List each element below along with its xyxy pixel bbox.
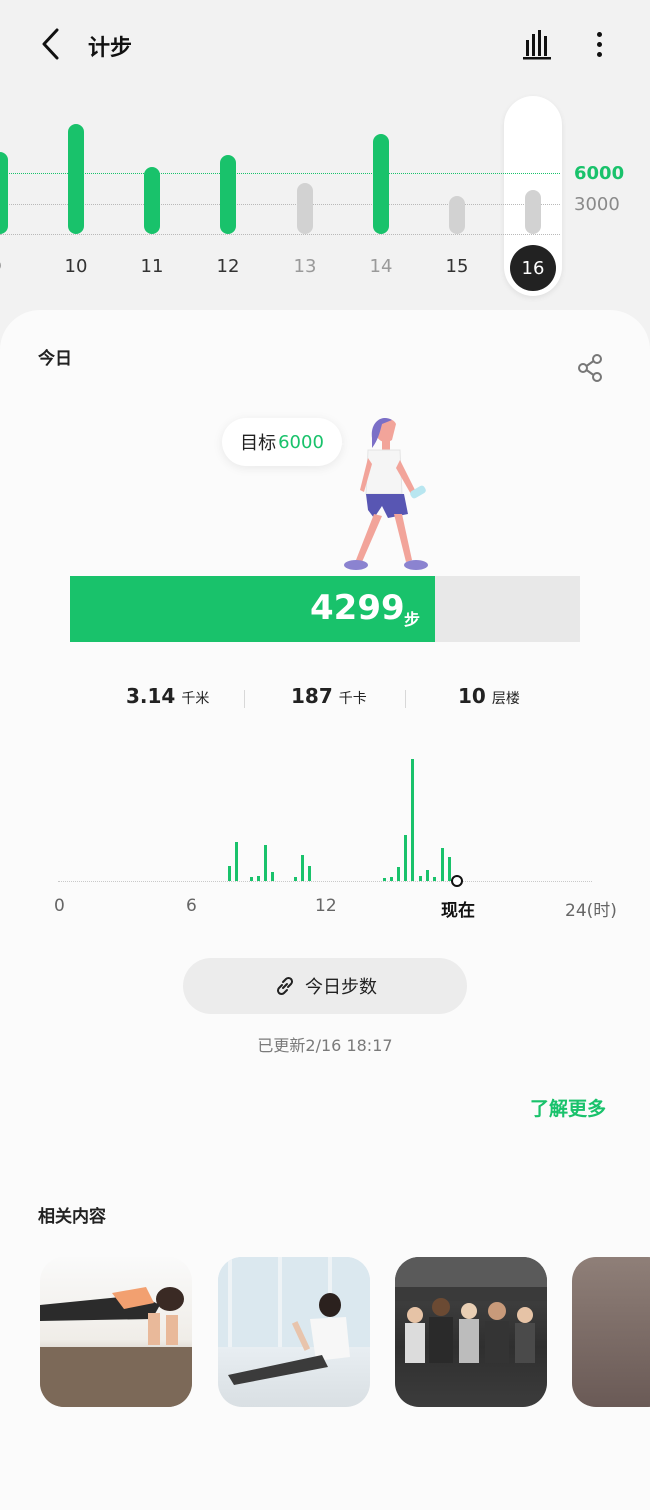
hour-bar: [419, 876, 422, 881]
stat-divider: [405, 690, 406, 708]
floors-unit: 层楼: [491, 691, 520, 707]
hour-bar: [383, 878, 386, 881]
more-options-button[interactable]: [584, 24, 614, 64]
day-label-10[interactable]: 10: [56, 256, 96, 277]
related-thumbnail-group-fitness[interactable]: [395, 1257, 547, 1407]
day-bar-13[interactable]: [297, 183, 313, 234]
day-bar-16[interactable]: [525, 190, 541, 234]
calories-stat: 187 千卡: [291, 684, 367, 708]
axis-goal-label: 6000: [574, 163, 625, 184]
hour-label-12: 12: [315, 896, 337, 916]
back-button[interactable]: [30, 24, 70, 64]
today-steps-label: 今日步数: [305, 977, 377, 998]
base-gridline: [0, 234, 560, 235]
page-title: 计步: [88, 36, 133, 61]
bar-chart-icon: [523, 30, 551, 60]
hour-bar: [250, 877, 253, 881]
hour-bar: [301, 855, 304, 881]
goal-label: 目标: [240, 433, 277, 454]
distance-stat: 3.14 千米: [126, 684, 209, 708]
hour-bar: [397, 867, 400, 881]
related-thumbnail-more[interactable]: [572, 1257, 650, 1407]
calories-value: 187: [291, 684, 333, 708]
hour-bar: [404, 835, 407, 881]
day-label-13[interactable]: 13: [285, 256, 325, 277]
hour-bar: [441, 848, 444, 881]
day-bar-9[interactable]: [0, 152, 8, 234]
hour-label-24: 24(时): [565, 901, 617, 921]
fitness-group-image: [395, 1257, 547, 1363]
day-label-9[interactable]: 9: [0, 256, 16, 277]
mid-gridline: [0, 204, 560, 205]
related-thumbnail-stretch[interactable]: [218, 1257, 370, 1407]
day-label-12[interactable]: 12: [208, 256, 248, 277]
hour-bar: [264, 845, 267, 881]
stretching-woman-image: [218, 1257, 370, 1385]
today-label: 今日: [38, 349, 72, 369]
day-bar-10[interactable]: [68, 124, 84, 234]
hour-bar: [257, 876, 260, 881]
floors-value: 10: [458, 684, 486, 708]
steps-count: 4299: [310, 588, 405, 628]
hour-bar: [228, 866, 231, 881]
hour-bar: [390, 877, 393, 881]
walking-person-illustration: [344, 418, 428, 570]
chevron-left-icon: [42, 28, 59, 60]
hour-bar: [235, 842, 238, 881]
day-bar-15[interactable]: [449, 196, 465, 234]
hour-label-now: 现在: [441, 901, 475, 921]
steps-unit: 步: [404, 610, 421, 629]
hour-bar: [411, 759, 414, 881]
goal-bubble: 目标 6000: [222, 418, 342, 466]
today-steps-button[interactable]: 今日步数: [183, 958, 467, 1014]
day-bar-12[interactable]: [220, 155, 236, 234]
selected-day-label[interactable]: 16: [510, 245, 556, 291]
plank-exercise-image: [40, 1287, 192, 1407]
hour-bar: [426, 870, 429, 881]
share-button[interactable]: [574, 352, 606, 384]
more-vertical-icon: [596, 31, 602, 37]
share-icon: [578, 354, 602, 382]
stat-divider: [244, 690, 245, 708]
day-bar-11[interactable]: [144, 167, 160, 234]
hour-label-6: 6: [186, 896, 197, 916]
learn-more-link[interactable]: 了解更多: [530, 1094, 606, 1121]
current-time-marker: [451, 875, 463, 887]
day-label-11[interactable]: 11: [132, 256, 172, 277]
hour-bar: [448, 857, 451, 881]
hourly-chart-baseline: [58, 881, 592, 882]
related-content-title: 相关内容: [38, 1207, 106, 1227]
day-label-14[interactable]: 14: [361, 256, 401, 277]
distance-unit: 千米: [181, 691, 210, 707]
hour-bar: [294, 877, 297, 881]
distance-value: 3.14: [126, 684, 176, 708]
stats-button[interactable]: [518, 24, 556, 64]
last-updated-text: 已更新2/16 18:17: [257, 1036, 393, 1055]
hour-bar: [271, 872, 274, 881]
link-icon: [276, 976, 294, 996]
day-label-15[interactable]: 15: [437, 256, 477, 277]
calories-unit: 千卡: [338, 691, 367, 707]
hour-label-0: 0: [54, 896, 65, 916]
goal-gridline: [0, 173, 560, 174]
floors-stat: 10 层楼: [458, 684, 520, 708]
axis-mid-label: 3000: [574, 194, 620, 215]
hour-bar: [433, 877, 436, 881]
related-thumbnail-plank[interactable]: [40, 1257, 192, 1407]
hour-bar: [308, 866, 311, 881]
goal-value: 6000: [278, 431, 324, 453]
day-bar-14[interactable]: [373, 134, 389, 234]
